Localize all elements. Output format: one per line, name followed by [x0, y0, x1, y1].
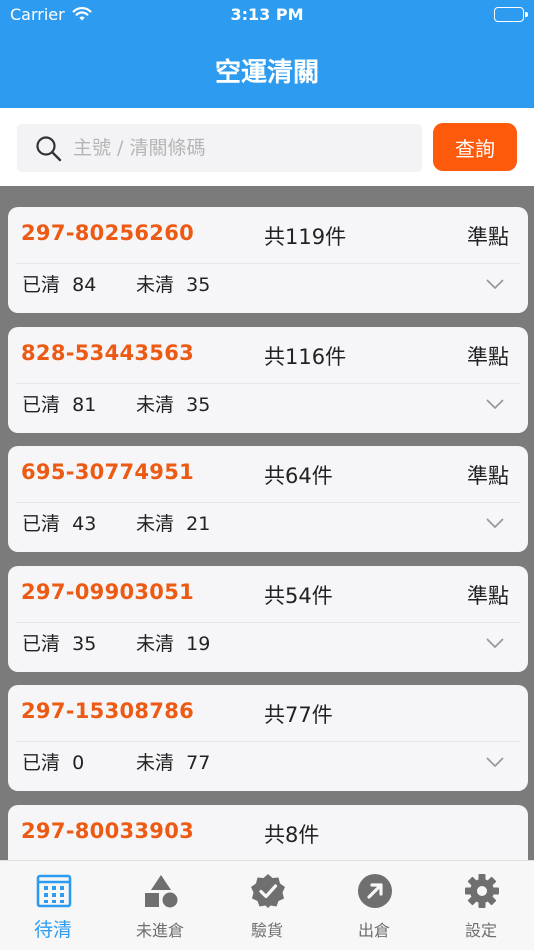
shipment-card[interactable]: 695-30774951 共64件 準點 已清 43 未清 21 — [8, 446, 528, 552]
chevron-down-icon[interactable] — [486, 275, 504, 294]
status-bar: Carrier 3:13 PM — [0, 0, 534, 30]
arrow-up-right-circle-icon — [357, 873, 393, 909]
status-badge: 準點 — [467, 464, 509, 488]
uncleared-count: 未清 77 — [136, 752, 211, 774]
shipment-list[interactable]: 297-80256260 共119件 準點 已清 84 未清 35 828-53… — [0, 186, 534, 860]
card-divider — [16, 502, 520, 503]
uncleared-count: 未清 35 — [136, 394, 211, 416]
search-button[interactable]: 查詢 — [433, 123, 517, 171]
search-field[interactable] — [17, 124, 422, 172]
shipment-card[interactable]: 297-09903051 共54件 準點 已清 35 未清 19 — [8, 566, 528, 672]
piece-total: 共77件 — [264, 703, 333, 727]
shapes-icon — [143, 873, 179, 909]
tab-inspection[interactable]: 驗貨 — [214, 861, 320, 950]
tab-label: 設定 — [464, 921, 497, 940]
tab-label: 待清 — [33, 919, 72, 941]
tab-not-in-warehouse[interactable]: 未進倉 — [107, 861, 213, 950]
search-input[interactable] — [73, 124, 413, 172]
page-title: 空運清關 — [214, 58, 319, 88]
status-badge: 準點 — [467, 225, 509, 249]
tab-label: 未進倉 — [135, 921, 184, 940]
status-badge: 準點 — [467, 584, 509, 608]
piece-total: 共119件 — [264, 225, 347, 249]
cleared-count: 已清 0 — [22, 752, 85, 774]
verified-badge-icon — [250, 873, 286, 909]
chevron-down-icon[interactable] — [486, 753, 504, 772]
nav-bar: 空運清關 — [0, 30, 534, 108]
gear-icon — [464, 873, 500, 909]
card-divider — [16, 263, 520, 264]
cleared-count: 已清 81 — [22, 394, 97, 416]
search-icon — [35, 135, 63, 167]
tab-pending-clearance[interactable]: 待清 — [0, 861, 106, 950]
tab-label: 驗貨 — [250, 921, 283, 940]
awb-number: 297-80033903 — [21, 819, 195, 843]
search-bar: 查詢 — [0, 108, 534, 186]
shipment-card[interactable]: 297-15308786 共77件 已清 0 未清 77 — [8, 685, 528, 791]
grid-calendar-icon — [36, 873, 72, 909]
tab-settings[interactable]: 設定 — [428, 861, 534, 950]
chevron-down-icon[interactable] — [486, 395, 504, 414]
cleared-count: 已清 84 — [22, 274, 97, 296]
piece-total: 共8件 — [264, 823, 320, 847]
chevron-down-icon[interactable] — [486, 514, 504, 533]
tab-bar: 待清 未進倉 驗貨 出倉 設定 — [0, 860, 534, 950]
awb-number: 297-15308786 — [21, 699, 195, 723]
piece-total: 共116件 — [264, 345, 347, 369]
awb-number: 828-53443563 — [21, 341, 195, 365]
uncleared-count: 未清 35 — [136, 274, 211, 296]
tab-label: 出倉 — [357, 921, 390, 940]
cleared-count: 已清 35 — [22, 633, 97, 655]
awb-number: 695-30774951 — [21, 460, 195, 484]
uncleared-count: 未清 21 — [136, 513, 211, 535]
piece-total: 共64件 — [264, 464, 333, 488]
clock-time: 3:13 PM — [230, 5, 304, 24]
battery-icon — [494, 7, 528, 22]
shipment-card[interactable]: 297-80256260 共119件 準點 已清 84 未清 35 — [8, 207, 528, 313]
card-divider — [16, 741, 520, 742]
chevron-down-icon[interactable] — [486, 634, 504, 653]
piece-total: 共54件 — [264, 584, 333, 608]
tab-outbound[interactable]: 出倉 — [321, 861, 427, 950]
uncleared-count: 未清 19 — [136, 633, 211, 655]
awb-number: 297-80256260 — [21, 221, 195, 245]
status-badge: 準點 — [467, 345, 509, 369]
awb-number: 297-09903051 — [21, 580, 195, 604]
cleared-count: 已清 43 — [22, 513, 97, 535]
card-divider — [16, 383, 520, 384]
card-divider — [16, 622, 520, 623]
shipment-card[interactable]: 297-80033903 共8件 — [8, 805, 528, 860]
shipment-card[interactable]: 828-53443563 共116件 準點 已清 81 未清 35 — [8, 327, 528, 433]
